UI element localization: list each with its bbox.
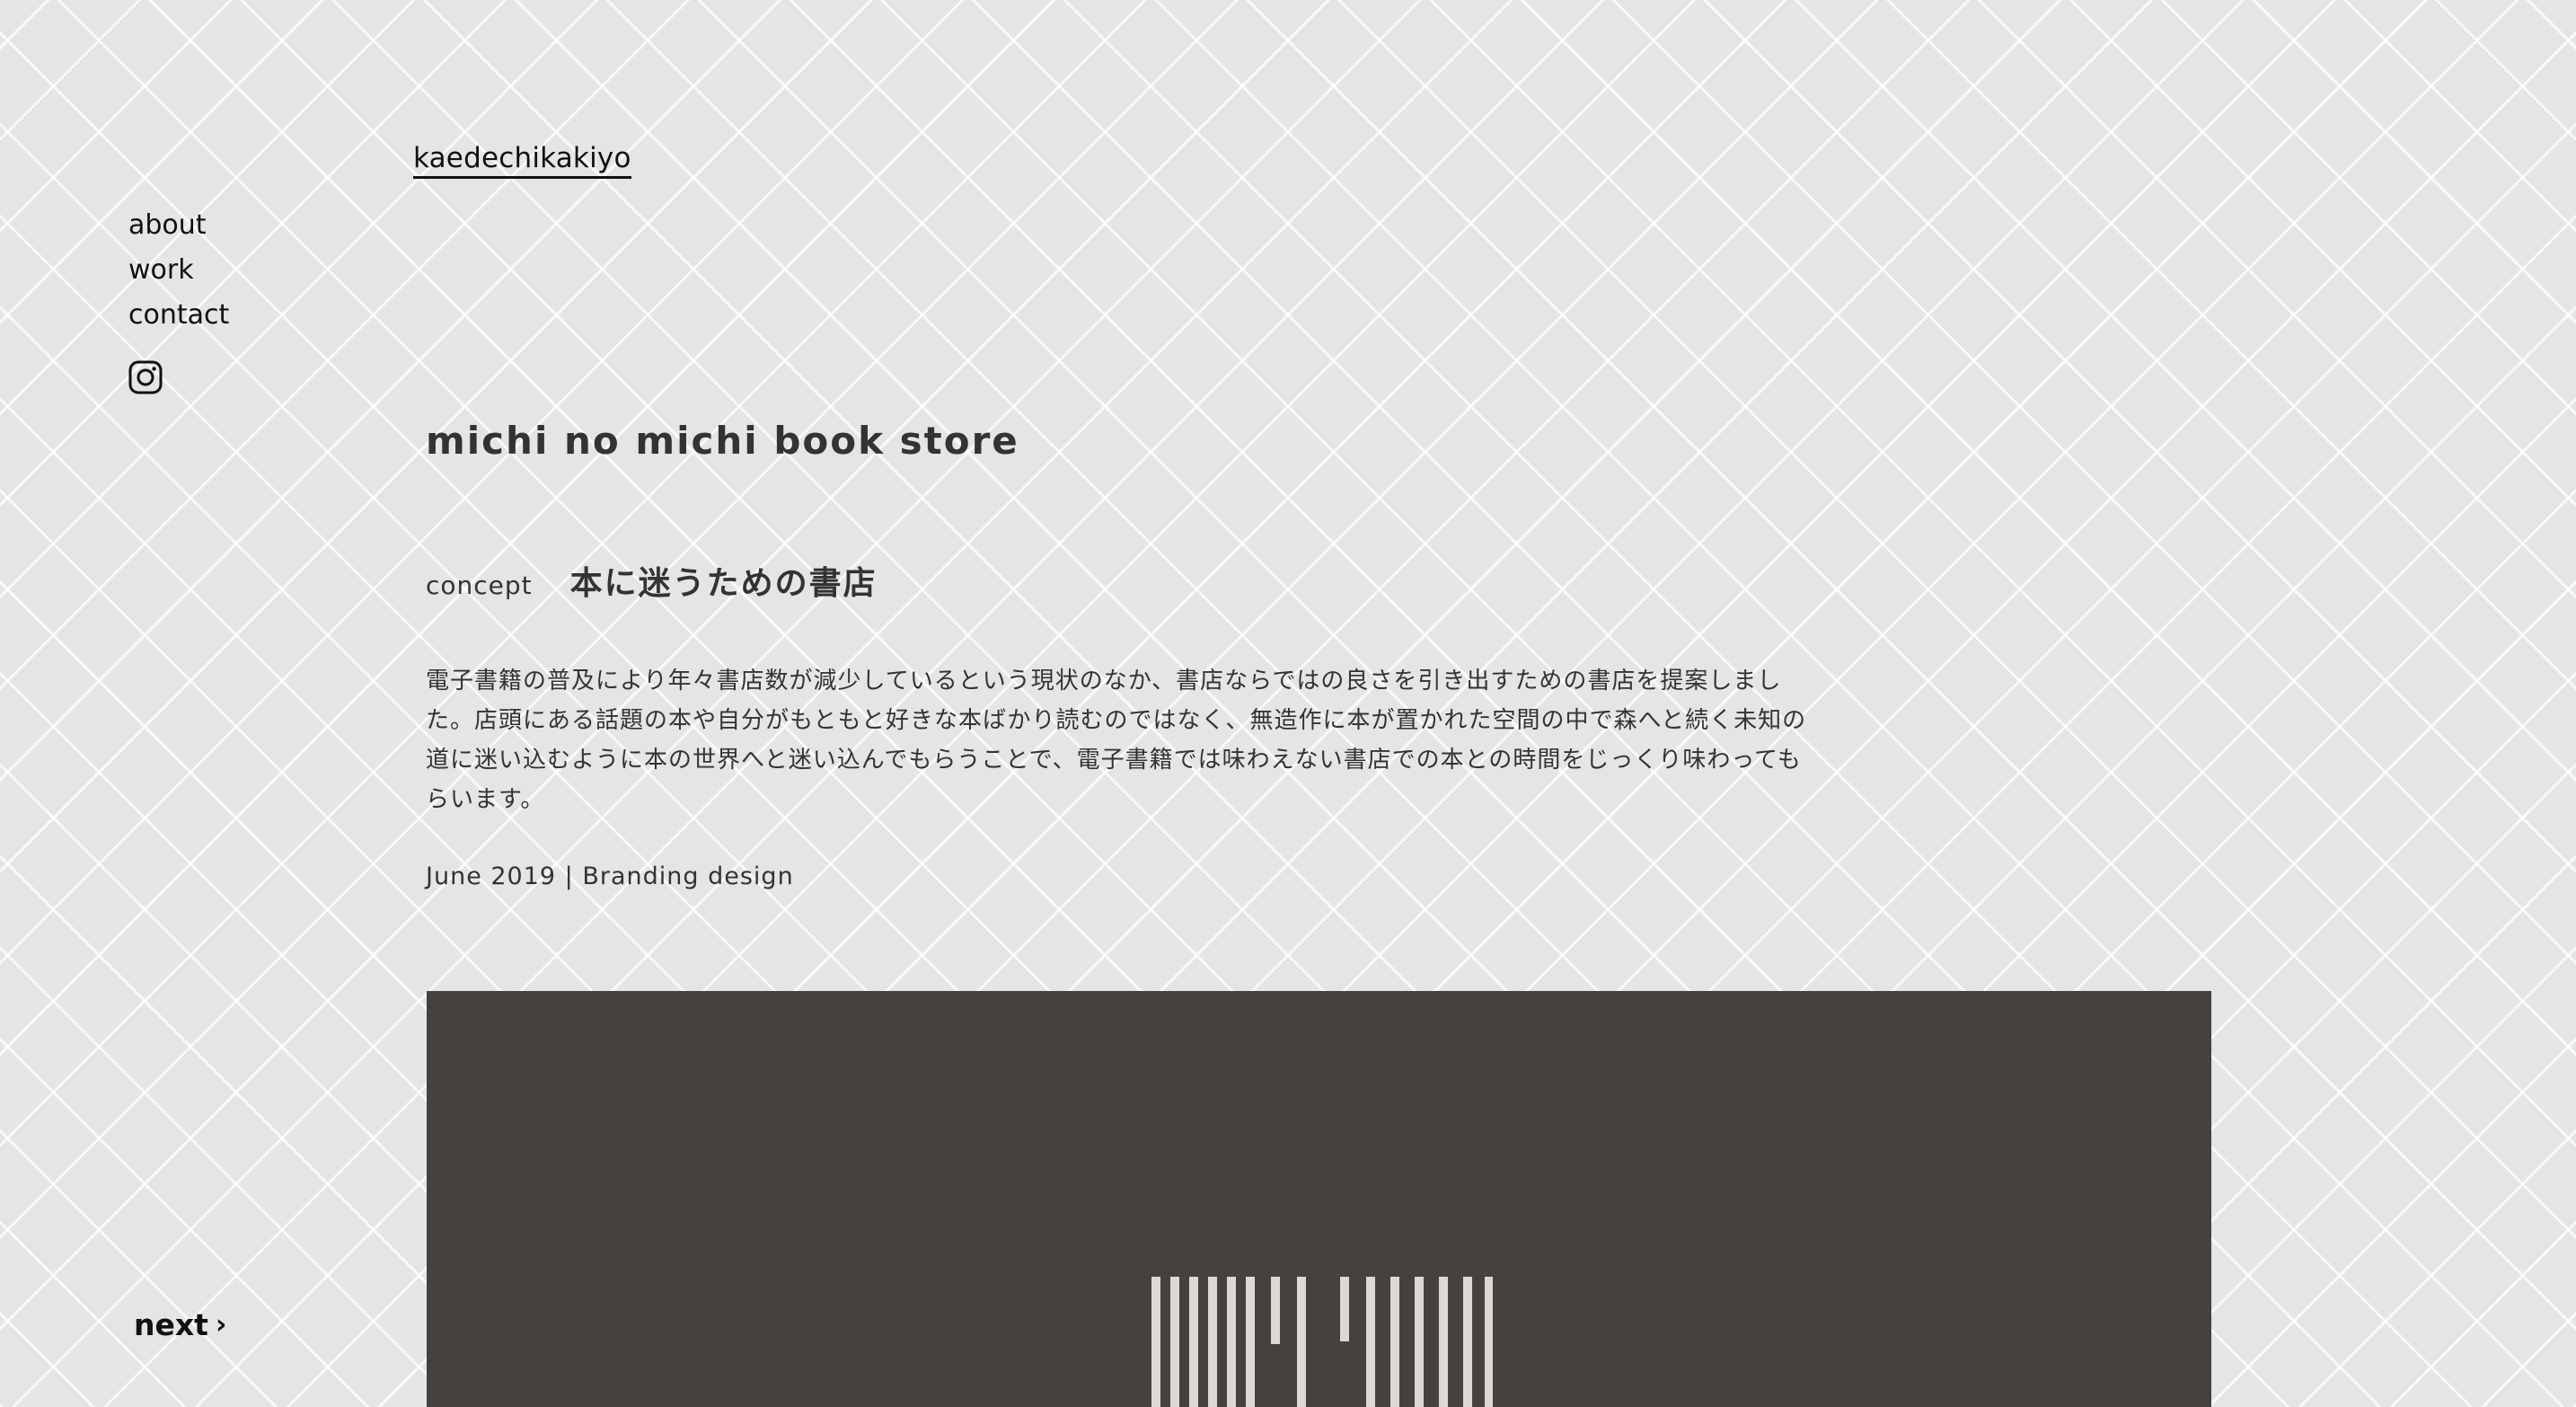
- project-title: michi no michi book store: [426, 419, 1019, 463]
- concept-row: concept 本に迷うための書店: [426, 557, 878, 604]
- concept-title: 本に迷うための書店: [569, 565, 878, 602]
- nav-item-contact[interactable]: contact: [128, 293, 229, 338]
- next-button[interactable]: next ›: [134, 1307, 226, 1342]
- side-nav: about work contact: [128, 203, 229, 338]
- project-meta: June 2019 | Branding design: [426, 863, 794, 890]
- instagram-icon[interactable]: [128, 360, 163, 394]
- site-logo[interactable]: kaedechikakiyo: [413, 142, 631, 179]
- instagram-glyph: [128, 360, 163, 394]
- concept-label: concept: [426, 571, 533, 600]
- nav-item-work[interactable]: work: [128, 248, 229, 293]
- nav-item-about[interactable]: about: [128, 203, 229, 248]
- project-hero-image: [427, 991, 2211, 1407]
- next-label: next: [134, 1307, 208, 1342]
- project-description: 電子書籍の普及により年々書店数が減少しているという現状のなか、書店ならではの良さ…: [426, 668, 1807, 813]
- book-store-logo-mark: [1151, 1277, 1493, 1407]
- chevron-right-icon: ›: [215, 1309, 227, 1341]
